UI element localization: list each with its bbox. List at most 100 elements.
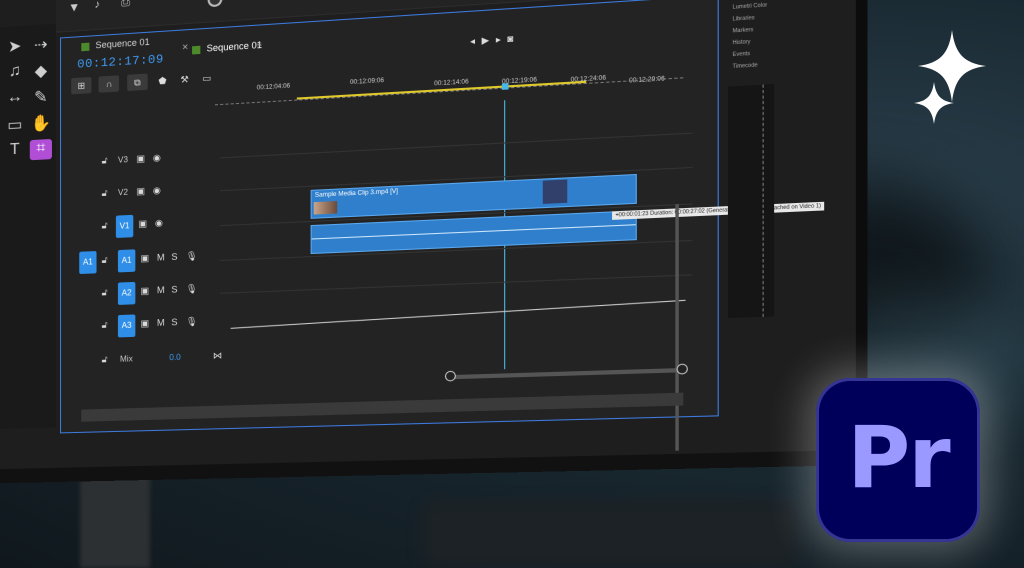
panel-footer: [81, 393, 683, 422]
source-patch-a1[interactable]: A1: [79, 251, 96, 274]
lock-icon[interactable]: 🔓︎: [102, 354, 108, 365]
track-header-a1: A1 🔓︎ A1 ▣ M S 🎙︎: [69, 241, 223, 276]
ruler-label: 00:12:04:06: [257, 83, 290, 91]
lock-icon[interactable]: 🔓︎: [102, 220, 108, 231]
vertical-scrollbar[interactable]: [675, 204, 678, 451]
ruler-label: 00:12:14:06: [434, 79, 469, 87]
tab-sequence-active[interactable]: Sequence 01: [192, 40, 262, 55]
premiere-screen: ▼ ♪ ⎙ ➤ ⇢ ♫ ◆ ↔ ✎ ▭ ✋ T ⌗ Sequence 01 ✕ …: [0, 0, 856, 469]
eye-icon[interactable]: ◉: [153, 152, 161, 164]
audio-meters: [728, 84, 774, 318]
monitor-stand: [80, 470, 150, 568]
hand-icon[interactable]: ✋: [30, 113, 52, 134]
duration-tooltip: +00:00:01:23 Duration: 00:00:27:02 (Gene…: [612, 202, 825, 220]
track-header-v2: 🔓︎ V2 ▣ ◉: [69, 174, 223, 210]
track-label: V3: [118, 155, 128, 165]
insert-sequence-icon[interactable]: ⊞: [71, 77, 91, 94]
microphone-icon[interactable]: 🎙︎: [186, 251, 198, 263]
scroll-handle-left[interactable]: [445, 371, 456, 382]
playhead-handle[interactable]: [502, 83, 509, 90]
track-divider: [220, 133, 692, 159]
track-select-icon[interactable]: ⇢: [30, 34, 52, 56]
clip-thumbnail: [314, 201, 337, 215]
monitor: ▼ ♪ ⎙ ➤ ⇢ ♫ ◆ ↔ ✎ ▭ ✋ T ⌗ Sequence 01 ✕ …: [0, 0, 868, 484]
mute-button[interactable]: M: [157, 285, 165, 296]
generative-extension[interactable]: [543, 179, 567, 203]
selection-tool-icon[interactable]: ➤: [4, 36, 26, 58]
audio-waveform: [312, 224, 636, 239]
solo-button[interactable]: S: [171, 317, 177, 327]
track-header-v3: 🔓︎ V3 ▣ ◉: [69, 141, 223, 178]
sparkle-icon: [912, 26, 992, 136]
close-icon[interactable]: ✕: [182, 42, 189, 52]
rectangle-icon[interactable]: ▭: [4, 114, 26, 135]
wrench-icon[interactable]: ⚒: [177, 71, 191, 88]
desk-shadow: [420, 500, 800, 568]
ruler-label: 00:12:09:06: [350, 78, 384, 86]
track-label: V2: [118, 188, 128, 198]
mute-button[interactable]: M: [157, 317, 165, 327]
tools-panel: ➤ ⇢ ♫ ◆ ↔ ✎ ▭ ✋ T ⌗: [0, 24, 56, 429]
premiere-pro-logo-text: Pr: [816, 408, 980, 508]
sync-lock-icon[interactable]: ▣: [140, 318, 149, 330]
razor-icon[interactable]: ◆: [30, 60, 52, 82]
mix-volume-line[interactable]: [231, 300, 686, 329]
tab-menu-icon[interactable]: ≡: [257, 40, 262, 50]
camera-icon[interactable]: ▣: [136, 153, 145, 165]
solo-button[interactable]: S: [171, 252, 177, 262]
eye-icon[interactable]: ◉: [153, 185, 161, 197]
folder-icon[interactable]: ⎙: [121, 0, 130, 10]
add-marker-icon[interactable]: ⬟: [155, 72, 169, 89]
type-icon[interactable]: T: [4, 140, 26, 161]
eye-icon[interactable]: ◉: [155, 217, 163, 229]
side-panel-list: Lumetri Color Libraries Markers History …: [728, 0, 802, 78]
track-target-a3[interactable]: A3: [118, 314, 135, 337]
microphone-icon[interactable]: 🎙︎: [186, 283, 198, 295]
play-icon[interactable]: ▶: [482, 34, 496, 45]
sync-lock-icon[interactable]: ▣: [140, 285, 149, 297]
snap-icon[interactable]: ∩: [99, 75, 119, 92]
camera-export-icon[interactable]: ◙: [507, 33, 520, 44]
tracks-area[interactable]: Sample Media Clip 3.mp4 [V] +00:00:01:23…: [220, 96, 692, 384]
step-forward-icon[interactable]: ▸: [496, 34, 508, 45]
generative-extend-icon[interactable]: ⌗: [30, 139, 52, 160]
mix-value[interactable]: 0.0: [169, 353, 180, 363]
audio-clip[interactable]: [311, 210, 637, 254]
linked-selection-icon[interactable]: ⧉: [127, 74, 148, 92]
ripple-edit-icon[interactable]: ♫: [4, 62, 26, 83]
captions-icon[interactable]: ▭: [200, 69, 215, 86]
premiere-pro-logo: Pr: [816, 378, 980, 542]
audio-icon[interactable]: ♪: [94, 0, 100, 11]
track-header-a3: 🔓︎ A3 ▣ M S 🎙︎: [69, 307, 223, 341]
camera-icon[interactable]: ▣: [138, 218, 147, 230]
clip-name: Sample Media Clip 3.mp4 [V]: [315, 189, 398, 199]
timeline-controls: ⊞ ∩ ⧉ ⬟ ⚒ ▭: [71, 67, 217, 94]
slip-icon[interactable]: ↔: [4, 88, 26, 109]
mute-button[interactable]: M: [157, 252, 165, 263]
lock-icon[interactable]: 🔓︎: [102, 188, 108, 199]
track-divider: [220, 274, 692, 294]
timeline-panel: Sequence 01 ✕ Sequence 01 ≡ 00:12:17:09 …: [60, 0, 719, 433]
pen-icon[interactable]: ✎: [30, 86, 52, 107]
lock-icon[interactable]: 🔓︎: [102, 255, 108, 266]
tab-sequence-inactive[interactable]: Sequence 01: [81, 37, 149, 52]
mix-label: Mix: [120, 354, 133, 364]
track-target-a2[interactable]: A2: [118, 282, 135, 305]
meter-scale: [763, 84, 771, 317]
filter-icon[interactable]: ▼: [68, 0, 80, 15]
track-header-mix: 🔓︎ Mix 0.0 ⋈: [69, 342, 223, 376]
scrubber-handle[interactable]: [208, 0, 223, 7]
scroll-handle-right[interactable]: [677, 364, 688, 375]
track-header-v1: 🔓︎ V1 ▣ ◉: [69, 206, 223, 242]
lock-icon[interactable]: 🔓︎: [102, 320, 108, 331]
lock-icon[interactable]: 🔓︎: [102, 155, 108, 166]
track-header-a2: 🔓︎ A2 ▣ M S 🎙︎: [69, 274, 223, 309]
solo-button[interactable]: S: [171, 284, 177, 294]
lock-icon[interactable]: 🔓︎: [102, 287, 108, 298]
track-target-a1[interactable]: A1: [118, 249, 135, 272]
step-back-icon[interactable]: ◂: [470, 35, 482, 46]
camera-icon[interactable]: ▣: [136, 186, 145, 198]
sync-lock-icon[interactable]: ▣: [140, 253, 149, 265]
microphone-icon[interactable]: 🎙︎: [186, 316, 198, 328]
track-target-v1[interactable]: V1: [116, 215, 133, 238]
